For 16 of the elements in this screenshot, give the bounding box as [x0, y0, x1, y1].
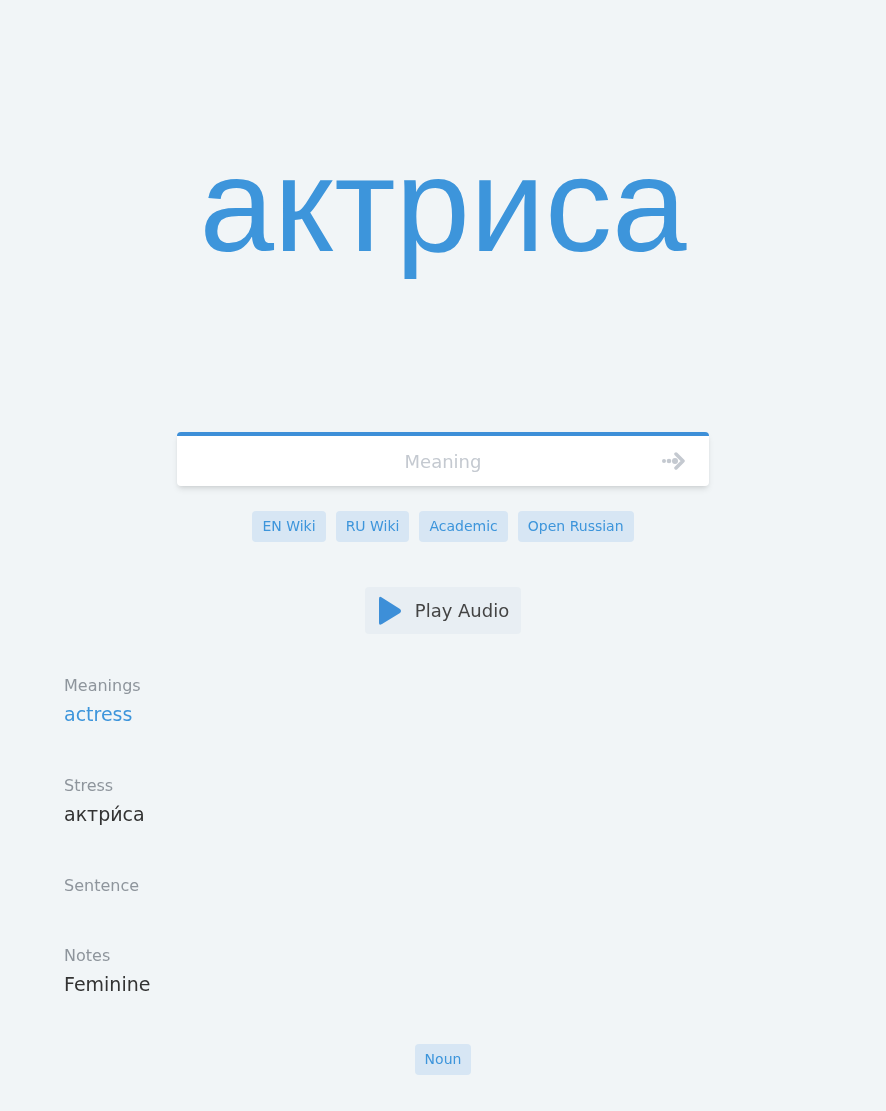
- field-value: актри́са: [64, 802, 146, 827]
- field-label: Stress: [64, 775, 115, 797]
- answer-field[interactable]: Meaning: [177, 432, 709, 486]
- part-of-speech-tag: Noun: [414, 1044, 472, 1075]
- meaning-link[interactable]: actress: [64, 698, 822, 730]
- field-label: Notes: [64, 945, 112, 967]
- flashcard-word: актриса: [199, 129, 687, 281]
- dictionary-link[interactable]: EN Wiki: [252, 511, 326, 542]
- field-value: Feminine: [64, 972, 152, 997]
- dictionary-link[interactable]: RU Wiki: [335, 511, 410, 542]
- submit-arrow-icon[interactable]: [661, 452, 687, 470]
- field-label: Sentence: [64, 875, 141, 897]
- field-label: Meanings: [64, 675, 142, 697]
- dictionary-link[interactable]: Open Russian: [517, 511, 634, 542]
- dictionary-link[interactable]: Academic: [419, 511, 508, 542]
- play-audio-button[interactable]: Play Audio: [364, 587, 522, 634]
